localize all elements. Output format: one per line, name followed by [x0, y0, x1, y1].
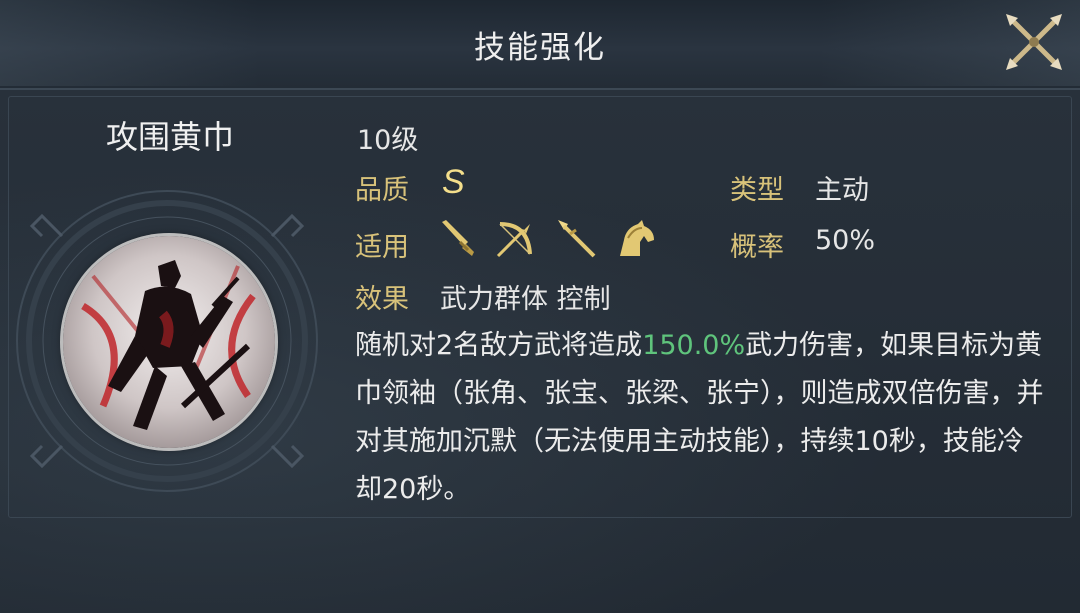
close-button[interactable]: [1000, 8, 1068, 76]
quality-label: 品质: [355, 175, 409, 206]
skill-description: 随机对2名敌方武将造成150.0%武力伤害，如果目标为黄巾领袖（张角、张宝、张梁…: [355, 322, 1045, 514]
warrior-silhouette-icon: [63, 236, 275, 448]
probability-label: 概率: [730, 232, 784, 263]
header-bar: 技能强化: [0, 0, 1080, 90]
probability-value: 50%: [815, 225, 876, 256]
skill-name: 攻围黄巾: [105, 118, 234, 156]
quality-value: S: [442, 163, 465, 201]
bow-icon: [496, 222, 532, 258]
close-icon: [1006, 14, 1062, 70]
horse-icon: [620, 220, 654, 256]
type-value: 主动: [815, 175, 869, 206]
skill-level: 10级: [357, 125, 419, 156]
effect-label: 效果: [355, 284, 409, 315]
type-label: 类型: [730, 175, 784, 206]
effect-value: 武力群体 控制: [440, 284, 611, 315]
applicable-label: 适用: [355, 232, 409, 263]
sword-icon: [442, 220, 474, 256]
page-title: 技能强化: [474, 30, 606, 66]
spear-icon: [558, 220, 596, 258]
description-text: 随机对2名敌方武将造成: [355, 330, 643, 361]
damage-percentage: 150.0%: [642, 330, 746, 361]
skill-icon[interactable]: [63, 236, 275, 448]
